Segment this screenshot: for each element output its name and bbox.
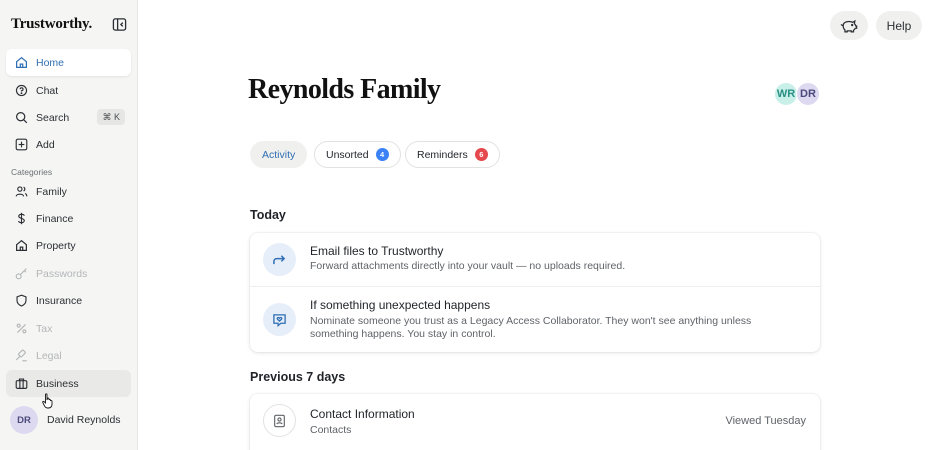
sidebar-item-legal[interactable]: Legal: [6, 342, 131, 369]
sidebar-collapse-icon[interactable]: [111, 16, 127, 32]
sidebar-item-label: Legal: [36, 349, 62, 362]
item-subtitle: Forward attachments directly into your v…: [310, 260, 626, 272]
brand-row: Trustworthy.: [11, 14, 127, 34]
sidebar-item-home[interactable]: Home: [6, 49, 131, 76]
count-badge: 6: [474, 148, 488, 161]
plus-square-icon: [15, 138, 28, 151]
today-card: Email files to Trustworthy Forward attac…: [250, 233, 820, 352]
sidebar-item-label: Tax: [36, 322, 53, 335]
briefcase-icon: [15, 377, 28, 390]
piggy-bank-button[interactable]: [830, 11, 868, 40]
hand-cursor-icon: [42, 393, 53, 409]
chat-icon: [15, 84, 28, 97]
help-button[interactable]: Help: [876, 11, 922, 40]
gavel-icon: [15, 349, 28, 362]
sidebar-item-passwords[interactable]: Passwords: [6, 260, 131, 287]
shield-icon: [15, 294, 28, 307]
contact-card-icon: [263, 404, 296, 437]
sidebar-item-insurance[interactable]: Insurance: [6, 287, 131, 314]
tab-label: Unsorted: [326, 148, 369, 161]
sidebar-item-label: Passwords: [36, 267, 88, 280]
sidebar-item-label: Insurance: [36, 294, 83, 307]
sidebar-item-tax[interactable]: Tax: [6, 315, 131, 342]
sidebar-item-label: Add: [36, 138, 55, 151]
item-title: Email files to Trustworthy: [310, 244, 444, 258]
forward-arrow-icon: [263, 243, 296, 276]
user-name: David Reynolds: [47, 414, 121, 426]
sidebar-item-chat[interactable]: Chat: [6, 77, 131, 104]
item-subtitle: Contacts: [310, 424, 352, 436]
item-subtitle: Nominate someone you trust as a Legacy A…: [310, 315, 752, 340]
tab-label: Activity: [262, 148, 296, 161]
section-heading-today: Today: [250, 208, 286, 222]
sidebar: Trustworthy. Home Chat Search ⌘ K Add Ca…: [0, 0, 138, 450]
people-icon: [15, 185, 28, 198]
page-title: Reynolds Family: [248, 74, 441, 105]
categories-label: Categories: [11, 167, 53, 177]
tab-activity[interactable]: Activity: [250, 141, 308, 168]
search-icon: [15, 111, 28, 124]
list-item[interactable]: Email files to Trustworthy Forward attac…: [250, 233, 820, 287]
count-badge: 4: [375, 148, 389, 161]
tab-reminders[interactable]: Reminders 6: [405, 141, 500, 168]
item-meta: Viewed Tuesday: [725, 415, 806, 427]
key-icon: [15, 267, 28, 280]
item-title: Contact Information: [310, 407, 415, 421]
user-profile[interactable]: DR David Reynolds: [10, 406, 121, 434]
sidebar-item-label: Property: [36, 239, 76, 252]
sidebar-item-label: Home: [36, 56, 65, 69]
sidebar-item-add[interactable]: Add: [6, 131, 131, 158]
previous-card: Contact Information Contacts Viewed Tues…: [250, 394, 820, 450]
brand-logo: Trustworthy.: [11, 15, 93, 32]
house-icon: [15, 239, 28, 252]
piggy-bank-icon: [840, 19, 858, 32]
sidebar-item-property[interactable]: Property: [6, 232, 131, 259]
home-icon: [15, 56, 28, 69]
list-item[interactable]: Contact Information Contacts Viewed Tues…: [250, 394, 820, 450]
item-title: If something unexpected happens: [310, 298, 491, 312]
sidebar-item-label: Search: [36, 111, 70, 124]
heart-message-icon: [263, 303, 296, 336]
list-item[interactable]: If something unexpected happens Nominate…: [250, 287, 820, 352]
sidebar-item-label: Family: [36, 185, 67, 198]
sidebar-item-search[interactable]: Search ⌘ K: [6, 104, 131, 131]
sidebar-item-family[interactable]: Family: [6, 178, 131, 205]
dollar-icon: [15, 212, 28, 225]
sidebar-item-label: Business: [36, 377, 79, 390]
tab-unsorted[interactable]: Unsorted 4: [314, 141, 401, 168]
sidebar-item-label: Chat: [36, 84, 59, 97]
avatar: DR: [10, 406, 38, 434]
sidebar-item-business[interactable]: Business: [6, 370, 131, 397]
shortcut-badge: ⌘ K: [97, 109, 125, 125]
sidebar-item-finance[interactable]: Finance: [6, 205, 131, 232]
member-avatar-dr[interactable]: DR: [796, 82, 820, 106]
member-avatar-wr[interactable]: WR: [774, 82, 798, 106]
tab-label: Reminders: [417, 148, 468, 161]
percent-icon: [15, 322, 28, 335]
section-heading-previous: Previous 7 days: [250, 370, 346, 384]
sidebar-item-label: Finance: [36, 212, 74, 225]
